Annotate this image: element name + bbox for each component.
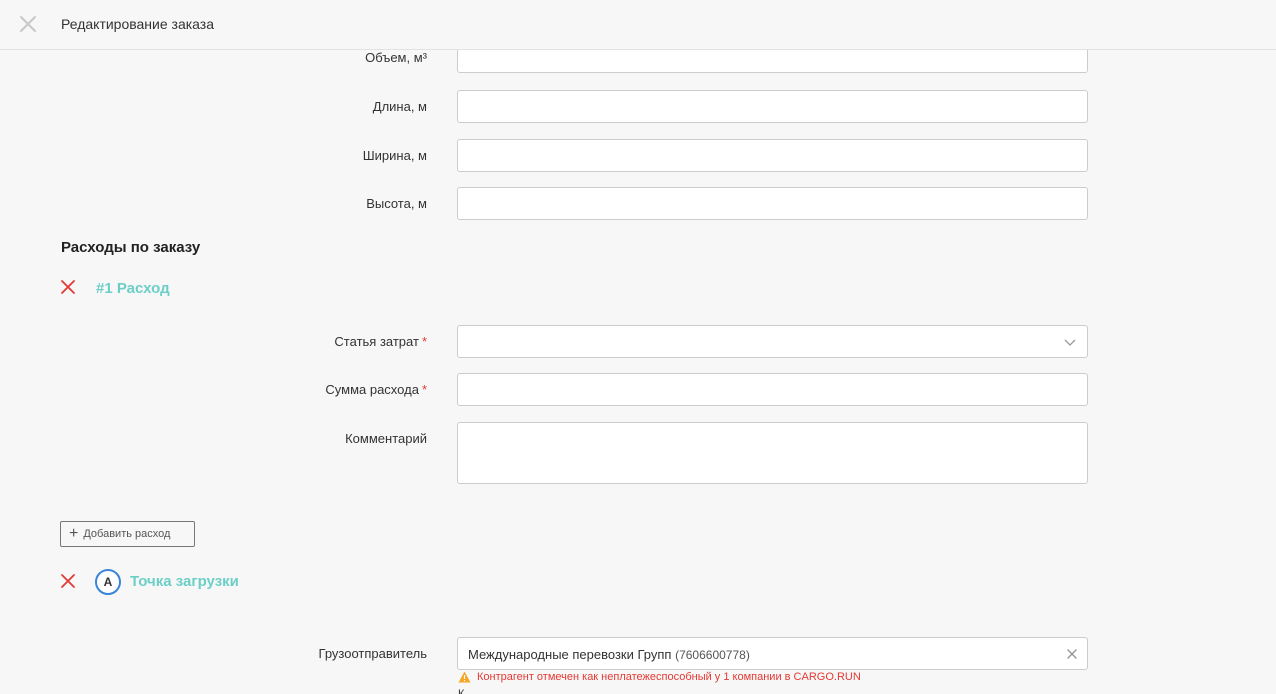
add-expense-label: Добавить расход (83, 528, 171, 540)
insolvency-warning: Контрагент отмечен как неплатежеспособны… (458, 671, 861, 683)
loading-point-title[interactable]: Точка загрузки (130, 573, 239, 590)
point-badge: A (95, 569, 121, 595)
length-input[interactable] (457, 90, 1088, 123)
shipper-select[interactable]: Международные перевозки Групп (760660077… (457, 637, 1088, 670)
cost-item-select[interactable] (457, 325, 1088, 358)
truncated-text: К (458, 688, 465, 694)
order-edit-page: Объем, м³ Длина, м Ширина, м Высота, м Р… (0, 0, 1276, 694)
chevron-down-icon[interactable] (1063, 335, 1077, 349)
shipper-inn: (7606600778) (675, 648, 750, 662)
comment-label: Комментарий (345, 431, 427, 446)
expenses-section-title: Расходы по заказу (61, 239, 201, 256)
expense-item-title[interactable]: #1 Расход (96, 280, 170, 297)
required-mark: * (421, 334, 427, 349)
remove-icon[interactable] (60, 573, 76, 589)
amount-label: Сумма расхода * (325, 382, 427, 397)
warning-text: Контрагент отмечен как неплатежеспособны… (477, 671, 861, 683)
comment-textarea[interactable] (457, 422, 1088, 484)
volume-label: Объем, м³ (365, 50, 427, 65)
amount-input[interactable] (457, 373, 1088, 406)
height-input[interactable] (457, 187, 1088, 220)
width-label: Ширина, м (362, 148, 427, 163)
page-title: Редактирование заказа (61, 16, 215, 32)
shipper-label: Грузоотправитель (318, 646, 427, 661)
width-input[interactable] (457, 139, 1088, 172)
clear-icon[interactable] (1065, 647, 1079, 661)
length-label: Длина, м (372, 99, 427, 114)
plus-icon: + (69, 525, 79, 542)
shipper-value: Международные перевозки Групп (760660077… (468, 647, 750, 662)
required-mark: * (421, 382, 427, 397)
amount-label-text: Сумма расхода (325, 382, 419, 397)
close-icon[interactable] (18, 14, 38, 34)
cost-item-label: Статья затрат * (334, 334, 427, 349)
add-expense-button[interactable]: + Добавить расход (60, 521, 195, 547)
shipper-name: Международные перевозки Групп (468, 647, 672, 662)
modal-header: Редактирование заказа (0, 0, 1276, 50)
warning-icon (458, 671, 471, 683)
form-content: Объем, м³ Длина, м Ширина, м Высота, м Р… (0, 0, 1276, 694)
remove-icon[interactable] (60, 279, 76, 295)
height-label: Высота, м (366, 196, 427, 211)
cost-item-label-text: Статья затрат (334, 334, 419, 349)
